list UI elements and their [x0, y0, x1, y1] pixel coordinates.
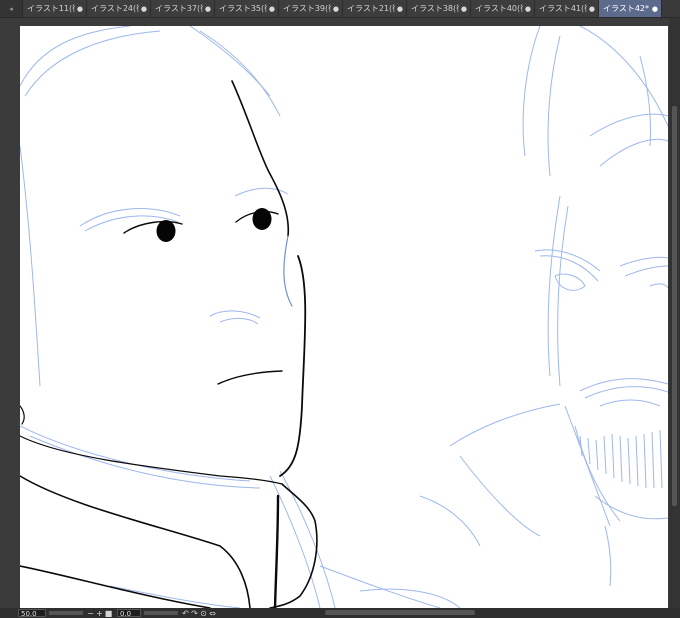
- canvas-workspace[interactable]: [0, 18, 680, 608]
- line-art-drawing: [20, 26, 668, 608]
- document-tab[interactable]: イラスト21(復元)* ●: [343, 0, 407, 17]
- ink-layer: [20, 80, 318, 608]
- zoom-out-button[interactable]: −: [86, 609, 95, 618]
- zoom-in-button[interactable]: +: [95, 609, 104, 618]
- horizontal-scrollbar-thumb[interactable]: [325, 610, 475, 615]
- tab-label: イラスト40(復元)*: [475, 4, 523, 13]
- rotate-right-button[interactable]: ↷: [190, 609, 199, 618]
- tab-label: イラスト11(復元)*: [27, 4, 75, 13]
- rotate-left-button[interactable]: ↶: [181, 609, 190, 618]
- chevron-left-icon: ◂: [9, 4, 13, 13]
- tab-label: イラスト35(復元)*: [219, 4, 267, 13]
- document-tab[interactable]: イラスト40(復元)* ●: [471, 0, 535, 17]
- document-tab-active[interactable]: イラスト42* ●: [599, 0, 662, 17]
- close-tab-icon[interactable]: ●: [652, 5, 658, 13]
- tab-label: イラスト21(復元)*: [347, 4, 395, 13]
- zoom-slider[interactable]: [49, 611, 83, 615]
- zoom-level-field[interactable]: 50.0: [18, 609, 46, 618]
- close-tab-icon[interactable]: ●: [525, 5, 531, 13]
- document-tab[interactable]: イラスト39(復元)* ●: [279, 0, 343, 17]
- tab-label: イラスト24(復元)*: [91, 4, 139, 13]
- document-tab[interactable]: イラスト35(復元)* ●: [215, 0, 279, 17]
- document-tab[interactable]: イラスト38(復元)* ●: [407, 0, 471, 17]
- close-tab-icon[interactable]: ●: [77, 5, 83, 13]
- rotation-angle-field[interactable]: 0.0: [117, 609, 141, 618]
- document-tab[interactable]: イラスト24(復元)* ●: [87, 0, 151, 17]
- reset-rotation-button[interactable]: ⊙: [199, 609, 208, 618]
- close-tab-icon[interactable]: ●: [205, 5, 211, 13]
- fit-to-window-button[interactable]: ■: [104, 609, 113, 618]
- close-tab-icon[interactable]: ●: [269, 5, 275, 13]
- right-eye-pupil: [252, 208, 272, 230]
- close-tab-icon[interactable]: ●: [333, 5, 339, 13]
- tab-label: イラスト41(復元)*: [539, 4, 587, 13]
- document-tab-bar: ◂ イラスト11(復元)* ● イラスト24(復元)* ● イラスト37(復元)…: [0, 0, 680, 18]
- document-tab[interactable]: イラスト11(復元)* ●: [23, 0, 87, 17]
- tab-label: イラスト37(復元)*: [155, 4, 203, 13]
- close-tab-icon[interactable]: ●: [397, 5, 403, 13]
- close-tab-icon[interactable]: ●: [141, 5, 147, 13]
- left-eye-pupil: [156, 220, 176, 242]
- tab-label: イラスト38(復元)*: [411, 4, 459, 13]
- sketch-layer: [20, 26, 668, 608]
- drawing-canvas[interactable]: [20, 26, 668, 608]
- close-tab-icon[interactable]: ●: [461, 5, 467, 13]
- document-tab[interactable]: イラスト37(復元)* ●: [151, 0, 215, 17]
- navigator-status-bar: 50.0 − + ■ 0.0 ↶ ↷ ⊙ ⇔: [0, 608, 680, 618]
- tab-label: イラスト39(復元)*: [283, 4, 331, 13]
- flip-horizontal-button[interactable]: ⇔: [208, 609, 217, 618]
- vertical-scrollbar-thumb[interactable]: [672, 106, 677, 506]
- tab-label: イラスト42*: [603, 4, 650, 13]
- document-tab[interactable]: イラスト41(復元)* ●: [535, 0, 599, 17]
- vertical-scrollbar[interactable]: [669, 18, 680, 608]
- rotation-slider[interactable]: [144, 611, 178, 615]
- close-tab-icon[interactable]: ●: [589, 5, 595, 13]
- tab-scroll-left-button[interactable]: ◂: [0, 0, 23, 17]
